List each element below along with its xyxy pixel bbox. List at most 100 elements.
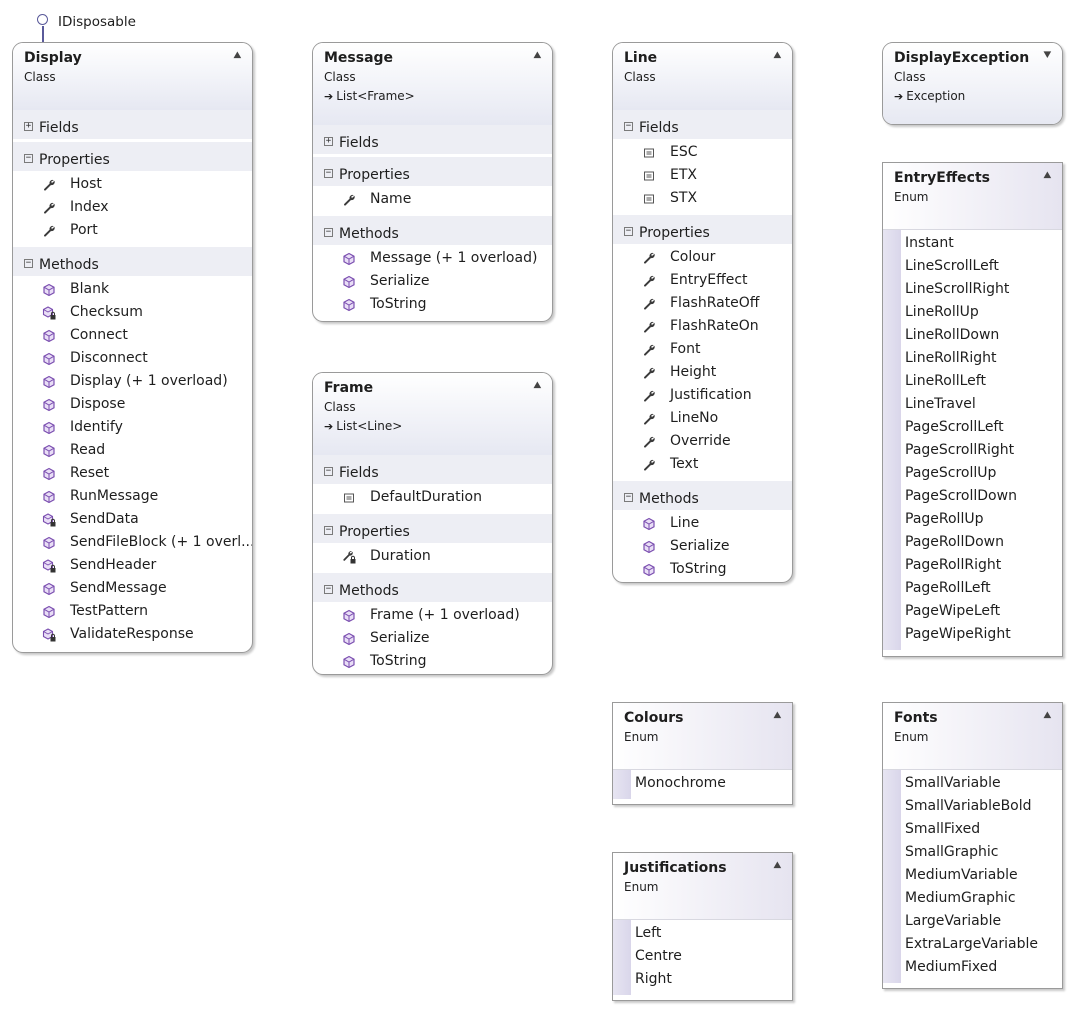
enum-value[interactable]: LargeVariable <box>883 910 1062 933</box>
property-item[interactable]: FlashRateOn <box>613 315 792 338</box>
enum-value[interactable]: Instant <box>883 232 1062 255</box>
field-item[interactable]: DefaultDuration <box>313 486 552 509</box>
collapse-chevron-icon[interactable]: ⯅ <box>532 379 543 393</box>
enum-value[interactable]: SmallFixed <box>883 818 1062 841</box>
enum-value[interactable]: PageRollRight <box>883 554 1062 577</box>
property-item[interactable]: Host <box>13 173 252 196</box>
enum-value[interactable]: PageRollUp <box>883 508 1062 531</box>
collapse-chevron-icon[interactable]: ⯅ <box>532 49 543 63</box>
method-item[interactable]: Line <box>613 512 792 535</box>
enum-value[interactable]: LineRollUp <box>883 301 1062 324</box>
class-line[interactable]: Line Class ⯅ − Fields ESC ETX STX − Prop… <box>612 42 793 583</box>
enum-value[interactable]: MediumVariable <box>883 864 1062 887</box>
enum-value[interactable]: Right <box>613 968 792 991</box>
enum-value[interactable]: LineTravel <box>883 393 1062 416</box>
method-item[interactable]: ValidateResponse <box>13 623 252 646</box>
method-item[interactable]: Reset <box>13 462 252 485</box>
collapse-chevron-icon[interactable]: ⯅ <box>232 49 243 63</box>
method-item[interactable]: RunMessage <box>13 485 252 508</box>
method-item[interactable]: Serialize <box>613 535 792 558</box>
collapse-minus-icon[interactable]: − <box>624 227 633 236</box>
enum-value[interactable]: PageScrollDown <box>883 485 1062 508</box>
method-item[interactable]: ToString <box>313 293 552 316</box>
method-item[interactable]: Identify <box>13 416 252 439</box>
method-item[interactable]: Frame (+ 1 overload) <box>313 604 552 627</box>
collapse-chevron-icon[interactable]: ⯅ <box>1042 169 1053 183</box>
field-item[interactable]: STX <box>613 187 792 210</box>
collapse-minus-icon[interactable]: − <box>324 169 333 178</box>
collapse-minus-icon[interactable]: − <box>324 526 333 535</box>
expand-plus-icon[interactable]: + <box>324 137 333 146</box>
property-item[interactable]: Text <box>613 453 792 476</box>
collapse-minus-icon[interactable]: − <box>324 228 333 237</box>
enum-value[interactable]: LineScrollRight <box>883 278 1062 301</box>
enum-value[interactable]: LineRollRight <box>883 347 1062 370</box>
method-item[interactable]: Message (+ 1 overload) <box>313 247 552 270</box>
method-item[interactable]: ToString <box>313 650 552 673</box>
method-item[interactable]: SendMessage <box>13 577 252 600</box>
property-item[interactable]: Font <box>613 338 792 361</box>
method-item[interactable]: SendHeader <box>13 554 252 577</box>
enum-value[interactable]: SmallVariable <box>883 772 1062 795</box>
enum-value[interactable]: SmallVariableBold <box>883 795 1062 818</box>
section-methods[interactable]: − Methods <box>13 247 252 276</box>
enum-value[interactable]: Monochrome <box>613 772 792 795</box>
method-item[interactable]: Serialize <box>313 627 552 650</box>
method-item[interactable]: Serialize <box>313 270 552 293</box>
section-properties[interactable]: − Properties <box>13 142 252 171</box>
method-item[interactable]: Blank <box>13 278 252 301</box>
field-item[interactable]: ESC <box>613 141 792 164</box>
enum-value[interactable]: PageRollDown <box>883 531 1062 554</box>
section-fields[interactable]: + Fields <box>13 110 252 139</box>
section-fields[interactable]: − Fields <box>613 110 792 139</box>
collapse-minus-icon[interactable]: − <box>624 122 633 131</box>
property-item[interactable]: Height <box>613 361 792 384</box>
property-item[interactable]: Port <box>13 219 252 242</box>
method-item[interactable]: Checksum <box>13 301 252 324</box>
enum-value[interactable]: MediumGraphic <box>883 887 1062 910</box>
class-display-exception[interactable]: DisplayException Class ➔ Exception ⯆ <box>882 42 1063 125</box>
enum-value[interactable]: PageScrollUp <box>883 462 1062 485</box>
collapse-minus-icon[interactable]: − <box>24 259 33 268</box>
section-methods[interactable]: − Methods <box>613 481 792 510</box>
enum-value[interactable]: MediumFixed <box>883 956 1062 979</box>
enum-value[interactable]: LineRollLeft <box>883 370 1062 393</box>
enum-value[interactable]: PageScrollLeft <box>883 416 1062 439</box>
enum-value[interactable]: LineRollDown <box>883 324 1062 347</box>
section-properties[interactable]: − Properties <box>313 514 552 543</box>
section-properties[interactable]: − Properties <box>313 157 552 186</box>
section-methods[interactable]: − Methods <box>313 573 552 602</box>
expand-plus-icon[interactable]: + <box>24 122 33 131</box>
property-item[interactable]: EntryEffect <box>613 269 792 292</box>
method-item[interactable]: ToString <box>613 558 792 581</box>
property-item[interactable]: LineNo <box>613 407 792 430</box>
property-item[interactable]: Colour <box>613 246 792 269</box>
method-item[interactable]: Connect <box>13 324 252 347</box>
method-item[interactable]: Disconnect <box>13 347 252 370</box>
collapse-chevron-icon[interactable]: ⯅ <box>1042 709 1053 723</box>
enum-value[interactable]: PageWipeLeft <box>883 600 1062 623</box>
class-frame[interactable]: Frame Class ➔ List<Line> ⯅ − Fields Defau… <box>312 372 553 675</box>
collapse-chevron-icon[interactable]: ⯅ <box>772 49 783 63</box>
section-properties[interactable]: − Properties <box>613 215 792 244</box>
collapse-chevron-icon[interactable]: ⯅ <box>772 709 783 723</box>
class-display[interactable]: Display Class ⯅ + Fields − Properties Ho… <box>12 42 253 653</box>
method-item[interactable]: SendData <box>13 508 252 531</box>
section-methods[interactable]: − Methods <box>313 216 552 245</box>
method-item[interactable]: TestPattern <box>13 600 252 623</box>
property-item[interactable]: Index <box>13 196 252 219</box>
enum-value[interactable]: ExtraLargeVariable <box>883 933 1062 956</box>
enum-entry-effects[interactable]: EntryEffects Enum ⯅ Instant LineScrollLe… <box>882 162 1063 657</box>
method-item[interactable]: Read <box>13 439 252 462</box>
method-item[interactable]: Display (+ 1 overload) <box>13 370 252 393</box>
collapse-chevron-icon[interactable]: ⯅ <box>772 859 783 873</box>
property-item[interactable]: Name <box>313 188 552 211</box>
field-item[interactable]: ETX <box>613 164 792 187</box>
enum-value[interactable]: PageWipeRight <box>883 623 1062 646</box>
method-item[interactable]: SendFileBlock (+ 1 overl... <box>13 531 252 554</box>
property-item[interactable]: Duration <box>313 545 552 568</box>
enum-justifications[interactable]: Justifications Enum ⯅ Left Centre Right <box>612 852 793 1001</box>
enum-value[interactable]: LineScrollLeft <box>883 255 1062 278</box>
expand-chevron-icon[interactable]: ⯆ <box>1042 49 1053 63</box>
enum-value[interactable]: Left <box>613 922 792 945</box>
